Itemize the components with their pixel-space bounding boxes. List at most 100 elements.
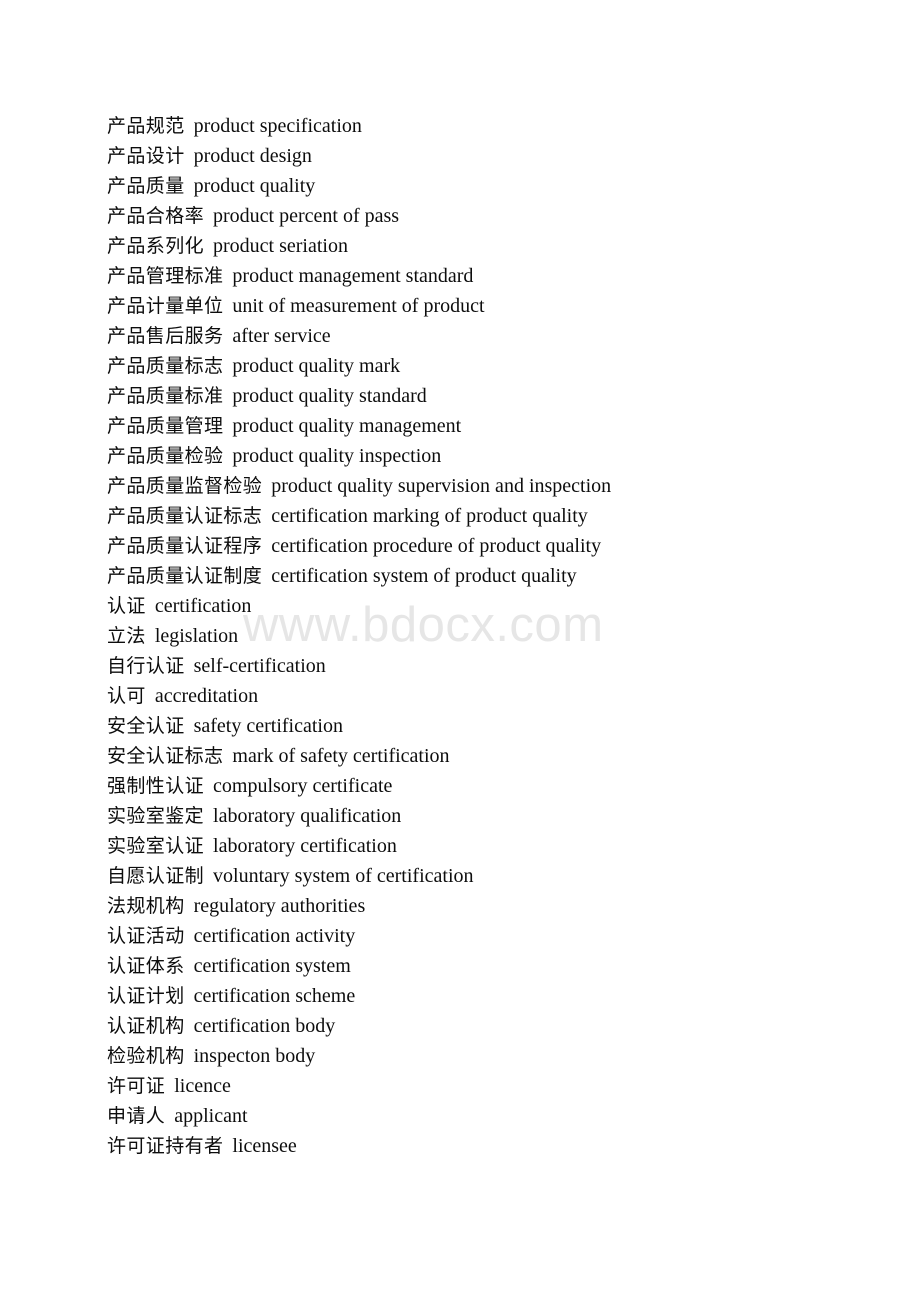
glossary-entry: 强制性认证 compulsory certificate (107, 771, 867, 801)
term-source-chinese: 强制性认证 (107, 775, 205, 797)
glossary-entry: 认证 certification (107, 591, 867, 621)
glossary-entry: 产品质量管理 product quality management (107, 411, 867, 441)
term-source-chinese: 产品质量检验 (107, 445, 224, 467)
term-source-chinese: 认证体系 (107, 955, 185, 977)
term-target-english: product quality inspection (232, 445, 442, 467)
term-target-english: certification system of product quality (271, 565, 577, 587)
term-target-english: regulatory authorities (193, 895, 366, 917)
term-source-chinese: 产品质量管理 (107, 415, 224, 437)
term-source-chinese: 自愿认证制 (107, 865, 205, 887)
term-target-english: self-certification (193, 655, 326, 677)
term-source-chinese: 安全认证标志 (107, 745, 224, 767)
term-target-english: laboratory certification (213, 835, 397, 857)
term-target-english: accreditation (154, 685, 259, 707)
term-target-english: product quality (193, 175, 316, 197)
term-source-chinese: 产品质量认证标志 (107, 505, 263, 527)
glossary-entry: 产品售后服务 after service (107, 321, 867, 351)
glossary-entry: 产品计量单位 unit of measurement of product (107, 291, 867, 321)
term-target-english: certification system (193, 955, 351, 977)
term-source-chinese: 产品管理标准 (107, 265, 224, 287)
term-source-chinese: 实验室鉴定 (107, 805, 205, 827)
glossary-entry: 产品管理标准 product management standard (107, 261, 867, 291)
term-target-english: product quality supervision and inspecti… (271, 475, 612, 497)
glossary-entry: 产品质量 product quality (107, 171, 867, 201)
term-target-english: product specification (193, 115, 362, 137)
term-source-chinese: 法规机构 (107, 895, 185, 917)
term-target-english: product quality management (232, 415, 462, 437)
term-target-english: certification scheme (193, 985, 356, 1007)
term-target-english: mark of safety certification (232, 745, 450, 767)
term-source-chinese: 产品系列化 (107, 235, 205, 257)
glossary-entry: 许可证持有者 licensee (107, 1131, 867, 1161)
term-source-chinese: 许可证 (107, 1075, 166, 1097)
glossary-entry: 产品质量检验 product quality inspection (107, 441, 867, 471)
glossary-entry: 认证计划 certification scheme (107, 981, 867, 1011)
term-source-chinese: 产品质量标准 (107, 385, 224, 407)
term-target-english: product percent of pass (213, 205, 400, 227)
glossary-entry: 产品质量标志 product quality mark (107, 351, 867, 381)
term-target-english: compulsory certificate (213, 775, 393, 797)
glossary-entry: 检验机构 inspecton body (107, 1041, 867, 1071)
glossary-entry: 安全认证标志 mark of safety certification (107, 741, 867, 771)
glossary-entry: 实验室鉴定 laboratory qualification (107, 801, 867, 831)
glossary-entry: 产品质量认证程序 certification procedure of produ… (107, 531, 867, 561)
glossary-entry: 认证活动 certification activity (107, 921, 867, 951)
glossary-entry: 产品合格率 product percent of pass (107, 201, 867, 231)
term-source-chinese: 产品合格率 (107, 205, 205, 227)
term-source-chinese: 认证计划 (107, 985, 185, 1007)
term-target-english: product seriation (213, 235, 348, 257)
glossary-entry: 法规机构 regulatory authorities (107, 891, 867, 921)
document-page: www.bdocx.com 产品规范 product specification 产… (0, 0, 920, 1302)
glossary-entry: 产品设计 product design (107, 141, 867, 171)
term-source-chinese: 产品质量认证制度 (107, 565, 263, 587)
glossary-entry: 自愿认证制 voluntary system of certification (107, 861, 867, 891)
glossary-entry: 产品规范 product specification (107, 111, 867, 141)
term-target-english: unit of measurement of product (232, 295, 485, 317)
term-target-english: inspecton body (193, 1045, 316, 1067)
term-source-chinese: 产品质量监督检验 (107, 475, 263, 497)
term-target-english: legislation (154, 625, 239, 647)
term-target-english: certification (154, 595, 252, 617)
term-source-chinese: 安全认证 (107, 715, 185, 737)
term-source-chinese: 认证机构 (107, 1015, 185, 1037)
term-target-english: after service (232, 325, 331, 347)
glossary-entry: 产品质量监督检验 product quality supervision and … (107, 471, 867, 501)
term-source-chinese: 立法 (107, 625, 146, 647)
term-target-english: certification body (193, 1015, 336, 1037)
term-source-chinese: 许可证持有者 (107, 1135, 224, 1157)
term-source-chinese: 产品质量认证程序 (107, 535, 263, 557)
glossary-entry: 认证体系 certification system (107, 951, 867, 981)
glossary-entry: 认证机构 certification body (107, 1011, 867, 1041)
glossary-entry: 自行认证 self-certification (107, 651, 867, 681)
glossary-entry: 产品质量认证制度 certification system of product … (107, 561, 867, 591)
term-target-english: product quality mark (232, 355, 401, 377)
term-source-chinese: 实验室认证 (107, 835, 205, 857)
term-target-english: safety certification (193, 715, 343, 737)
term-target-english: certification marking of product quality (271, 505, 588, 527)
glossary-list: 产品规范 product specification 产品设计 product des… (107, 111, 867, 1161)
term-target-english: product management standard (232, 265, 474, 287)
term-source-chinese: 产品计量单位 (107, 295, 224, 317)
term-source-chinese: 检验机构 (107, 1045, 185, 1067)
term-source-chinese: 产品规范 (107, 115, 185, 137)
term-target-english: licensee (232, 1135, 297, 1157)
term-source-chinese: 申请人 (107, 1105, 166, 1127)
glossary-entry: 产品质量标准 product quality standard (107, 381, 867, 411)
term-target-english: certification procedure of product quali… (271, 535, 602, 557)
term-source-chinese: 产品质量标志 (107, 355, 224, 377)
glossary-entry: 安全认证 safety certification (107, 711, 867, 741)
glossary-entry: 申请人 applicant (107, 1101, 867, 1131)
term-source-chinese: 自行认证 (107, 655, 185, 677)
glossary-entry: 立法 legislation (107, 621, 867, 651)
term-target-english: product design (193, 145, 312, 167)
term-target-english: licence (174, 1075, 231, 1097)
term-target-english: laboratory qualification (213, 805, 402, 827)
term-source-chinese: 产品质量 (107, 175, 185, 197)
glossary-entry: 产品质量认证标志 certification marking of product… (107, 501, 867, 531)
glossary-entry: 许可证 licence (107, 1071, 867, 1101)
glossary-entry: 产品系列化 product seriation (107, 231, 867, 261)
term-source-chinese: 产品售后服务 (107, 325, 224, 347)
glossary-entry: 认可 accreditation (107, 681, 867, 711)
term-target-english: voluntary system of certification (213, 865, 474, 887)
term-target-english: product quality standard (232, 385, 427, 407)
